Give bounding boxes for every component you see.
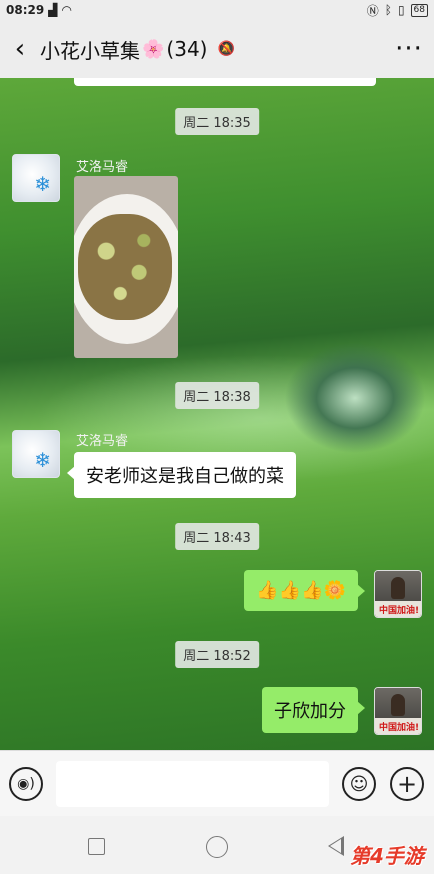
status-right: Ⓝ ᛒ ▯ 68	[367, 2, 428, 19]
status-time: 08:29	[6, 3, 45, 17]
nav-back-button[interactable]	[328, 836, 344, 856]
emoji-button[interactable]: ☺	[342, 767, 376, 801]
flower-emoji: 🌸	[142, 38, 165, 60]
nfc-icon: Ⓝ	[366, 3, 379, 18]
home-button[interactable]	[206, 836, 228, 858]
sender-avatar[interactable]: ❄	[12, 154, 60, 202]
wifi-icon: ◠	[61, 3, 72, 17]
recent-apps-button[interactable]	[88, 838, 105, 855]
outgoing-emoji-bubble[interactable]: 👍👍👍🌼	[244, 570, 365, 611]
time-divider: 周二 18:35	[175, 108, 259, 135]
sender-name: 艾洛马睿	[76, 160, 129, 175]
chat-area[interactable]: 周二 18:35 ❄ 艾洛马睿 周二 18:38 ❄ 艾洛马睿 安老师这是我自己…	[0, 78, 434, 750]
back-button[interactable]: ‹	[0, 20, 40, 78]
status-bar: 08:29 ▟ ◠ Ⓝ ᛒ ▯ 68	[0, 0, 434, 20]
snowflake-icon: ❄	[34, 172, 51, 196]
bluetooth-icon: ᛒ	[384, 3, 392, 17]
sender-avatar[interactable]: ❄	[12, 430, 60, 478]
chat-title: 小花小草集 🌸 (34) 🔕	[40, 35, 235, 64]
time-divider: 周二 18:38	[175, 382, 259, 409]
stir-fry-image	[78, 214, 172, 320]
avatar-banner-text: 中国加油!	[375, 718, 421, 734]
time-divider: 周二 18:52	[175, 641, 259, 668]
message-input[interactable]	[56, 761, 329, 807]
my-avatar[interactable]: 中国加油!	[374, 687, 422, 735]
avatar-banner-text: 中国加油!	[375, 601, 421, 617]
voice-button[interactable]: ◉)	[9, 767, 43, 801]
member-count: (34)	[166, 37, 208, 61]
incoming-text-bubble[interactable]: 安老师这是我自己做的菜	[67, 452, 296, 498]
voice-icon: ◉)	[17, 776, 35, 792]
more-functions-button[interactable]: +	[390, 767, 424, 801]
sender-name: 艾洛马睿	[76, 434, 129, 449]
input-bar: ◉) ☺ +	[0, 750, 434, 816]
group-name: 小花小草集	[40, 38, 140, 63]
dish-photo-message[interactable]	[74, 176, 178, 358]
my-avatar[interactable]: 中国加油!	[374, 570, 422, 618]
back-arrow-icon: ‹	[14, 34, 26, 64]
snowflake-icon: ❄	[34, 448, 51, 472]
more-dots-icon: ···	[395, 34, 423, 64]
status-left: 08:29 ▟ ◠	[6, 3, 72, 17]
more-options-button[interactable]: ···	[384, 20, 434, 78]
previous-message-edge	[74, 78, 376, 86]
battery-icon: 68	[410, 3, 428, 17]
mute-bell-icon: 🔕	[217, 41, 235, 57]
smiley-icon: ☺	[349, 773, 369, 795]
plus-icon: +	[396, 770, 418, 798]
avatar-person	[391, 694, 405, 716]
avatar-person	[391, 577, 405, 599]
watermark-logo: 第4手游	[350, 844, 424, 868]
time-divider: 周二 18:43	[175, 523, 259, 550]
system-nav-bar: 第4手游	[0, 816, 434, 874]
outgoing-text-bubble[interactable]: 子欣加分	[262, 687, 365, 733]
signal-icon: ▟	[48, 3, 58, 17]
chat-header: ‹ 小花小草集 🌸 (34) 🔕 ···	[0, 20, 434, 78]
vibrate-icon: ▯	[397, 3, 405, 17]
